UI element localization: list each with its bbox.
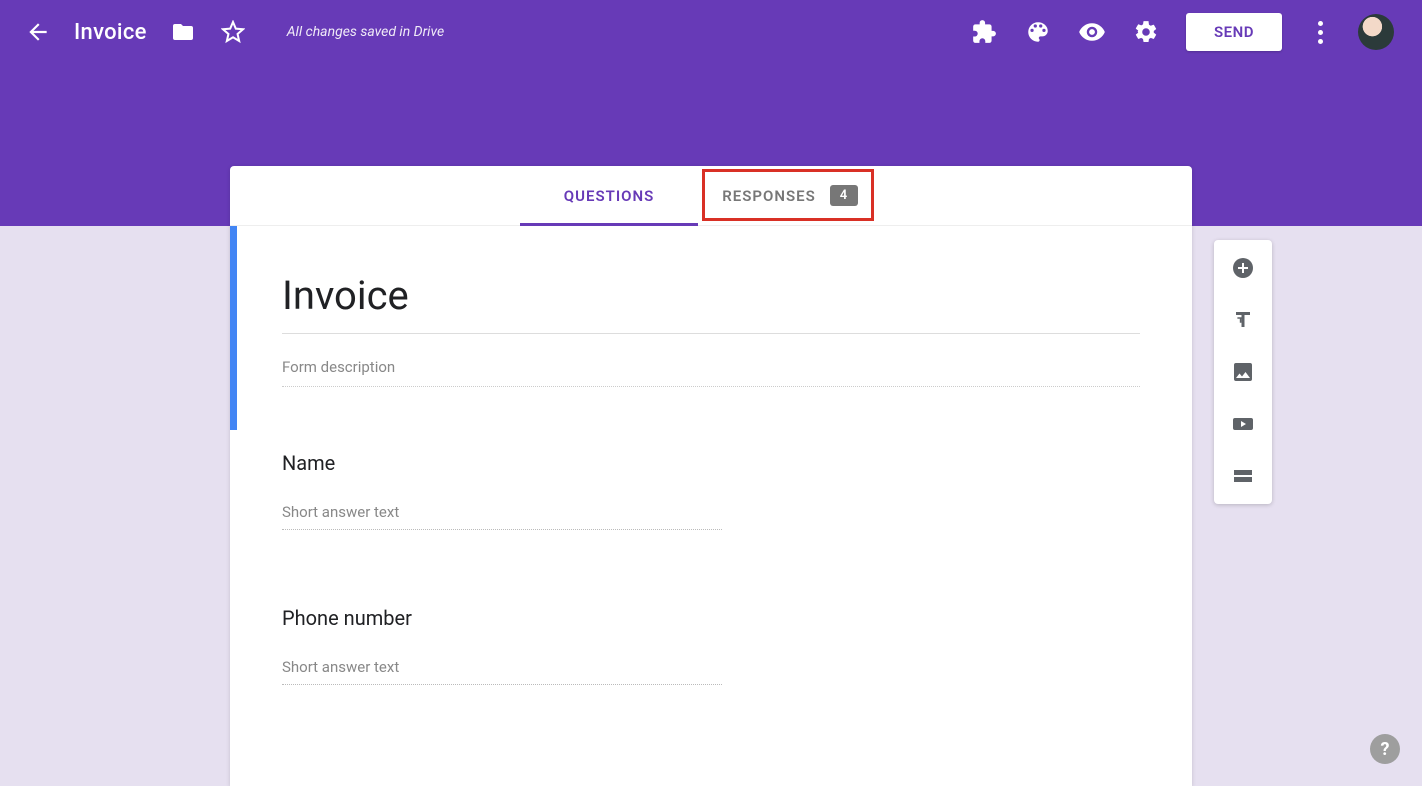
- question-title: Name: [282, 451, 1140, 475]
- toolbar-right: SEND: [970, 13, 1422, 51]
- floating-toolbar: [1214, 240, 1272, 504]
- save-status: All changes saved in Drive: [287, 24, 444, 40]
- question-answer-placeholder: Short answer text: [282, 654, 722, 685]
- form-title-input[interactable]: [282, 266, 1140, 334]
- responses-count-badge: 4: [830, 185, 858, 206]
- question-title: Phone number: [282, 606, 1140, 630]
- folder-icon[interactable]: [169, 18, 197, 46]
- tab-questions[interactable]: QUESTIONS: [560, 166, 658, 225]
- add-title-icon[interactable]: [1231, 308, 1255, 332]
- add-section-icon[interactable]: [1231, 464, 1255, 488]
- star-icon[interactable]: [219, 18, 247, 46]
- settings-gear-icon[interactable]: [1132, 18, 1160, 46]
- send-button[interactable]: SEND: [1186, 13, 1282, 51]
- add-image-icon[interactable]: [1231, 360, 1255, 384]
- tab-responses[interactable]: RESPONSES 4: [718, 166, 862, 225]
- top-toolbar: Invoice All changes saved in Drive SEND: [0, 0, 1422, 64]
- question-block[interactable]: Phone number Short answer text: [230, 540, 1192, 695]
- help-button[interactable]: ?: [1370, 734, 1400, 764]
- question-block[interactable]: Name Short answer text: [230, 421, 1192, 540]
- form-tabs: QUESTIONS RESPONSES 4: [230, 166, 1192, 226]
- form-description-input[interactable]: [282, 334, 1140, 387]
- user-avatar[interactable]: [1358, 14, 1394, 50]
- form-card: QUESTIONS RESPONSES 4 Name Short answer …: [230, 166, 1192, 786]
- addons-puzzle-icon[interactable]: [970, 18, 998, 46]
- preview-eye-icon[interactable]: [1078, 18, 1106, 46]
- form-header-block[interactable]: [230, 226, 1192, 421]
- more-menu-icon[interactable]: [1308, 21, 1332, 44]
- palette-icon[interactable]: [1024, 18, 1052, 46]
- back-arrow-icon[interactable]: [24, 18, 52, 46]
- toolbar-left: Invoice All changes saved in Drive: [0, 18, 444, 46]
- tab-responses-label: RESPONSES: [722, 187, 816, 205]
- document-title[interactable]: Invoice: [74, 20, 147, 45]
- question-answer-placeholder: Short answer text: [282, 499, 722, 530]
- add-video-icon[interactable]: [1231, 412, 1255, 436]
- add-question-icon[interactable]: [1231, 256, 1255, 280]
